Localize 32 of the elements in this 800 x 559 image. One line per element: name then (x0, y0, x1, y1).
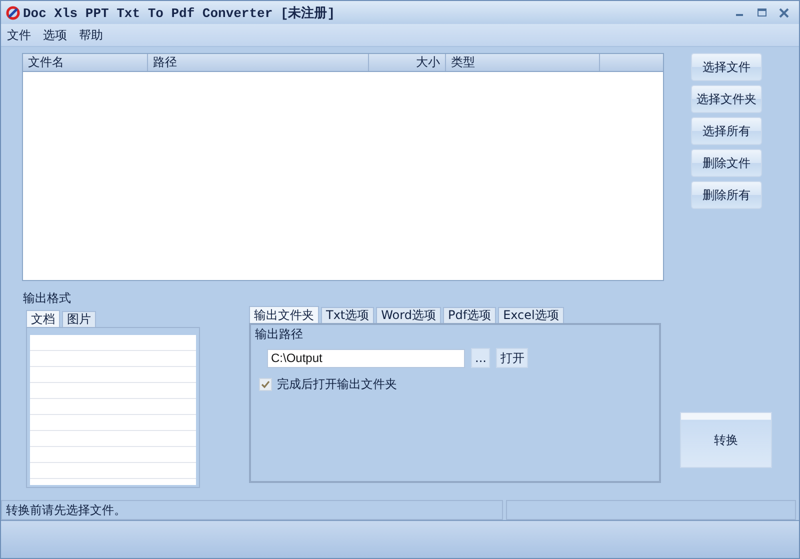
path-field[interactable]: C:\Output (267, 348, 465, 368)
tab[interactable]: 文档 (26, 310, 60, 327)
window-title: Doc Xls PPT Txt To Pdf Converter [未注册] (23, 4, 336, 22)
tab[interactable]: Pdf选项 (442, 307, 496, 323)
column-header[interactable]: 类型 (446, 54, 600, 71)
tab[interactable]: Txt选项 (321, 307, 374, 323)
column-header[interactable]: 路径 (148, 54, 369, 71)
close-icon[interactable] (779, 8, 789, 18)
convert-button[interactable]: 转换 (680, 412, 772, 468)
menu-item[interactable]: 选项 (41, 26, 69, 44)
side-button[interactable]: 选择所有 (691, 117, 762, 145)
tab[interactable]: 图片 (62, 311, 96, 327)
tab[interactable]: Word选项 (376, 307, 441, 323)
menu-item[interactable]: 帮助 (77, 26, 105, 44)
side-button[interactable]: 选择文件夹 (691, 85, 762, 113)
tab[interactable]: 输出文件夹 (249, 306, 319, 323)
side-button[interactable]: 选择文件 (691, 53, 762, 81)
checkbox-label: 完成后打开输出文件夹 (277, 376, 397, 393)
menu-item[interactable]: 文件 (5, 26, 33, 44)
side-button[interactable]: 删除文件 (691, 149, 762, 177)
section-label: 输出格式 (23, 290, 72, 306)
app-logo-icon (6, 6, 20, 20)
checkbox[interactable] (259, 378, 272, 391)
browse-button[interactable]: ... (471, 348, 490, 368)
open-button[interactable]: 打开 (496, 348, 528, 368)
column-header[interactable]: 大小 (369, 54, 446, 71)
tab[interactable]: Excel选项 (498, 307, 564, 323)
maximize-icon[interactable] (757, 8, 767, 18)
status-message: 转换前请先选择文件。 (1, 500, 503, 520)
side-button[interactable]: 删除所有 (691, 181, 762, 209)
field-label: 输出路径 (255, 326, 304, 343)
column-header[interactable]: 文件名 (23, 54, 148, 71)
